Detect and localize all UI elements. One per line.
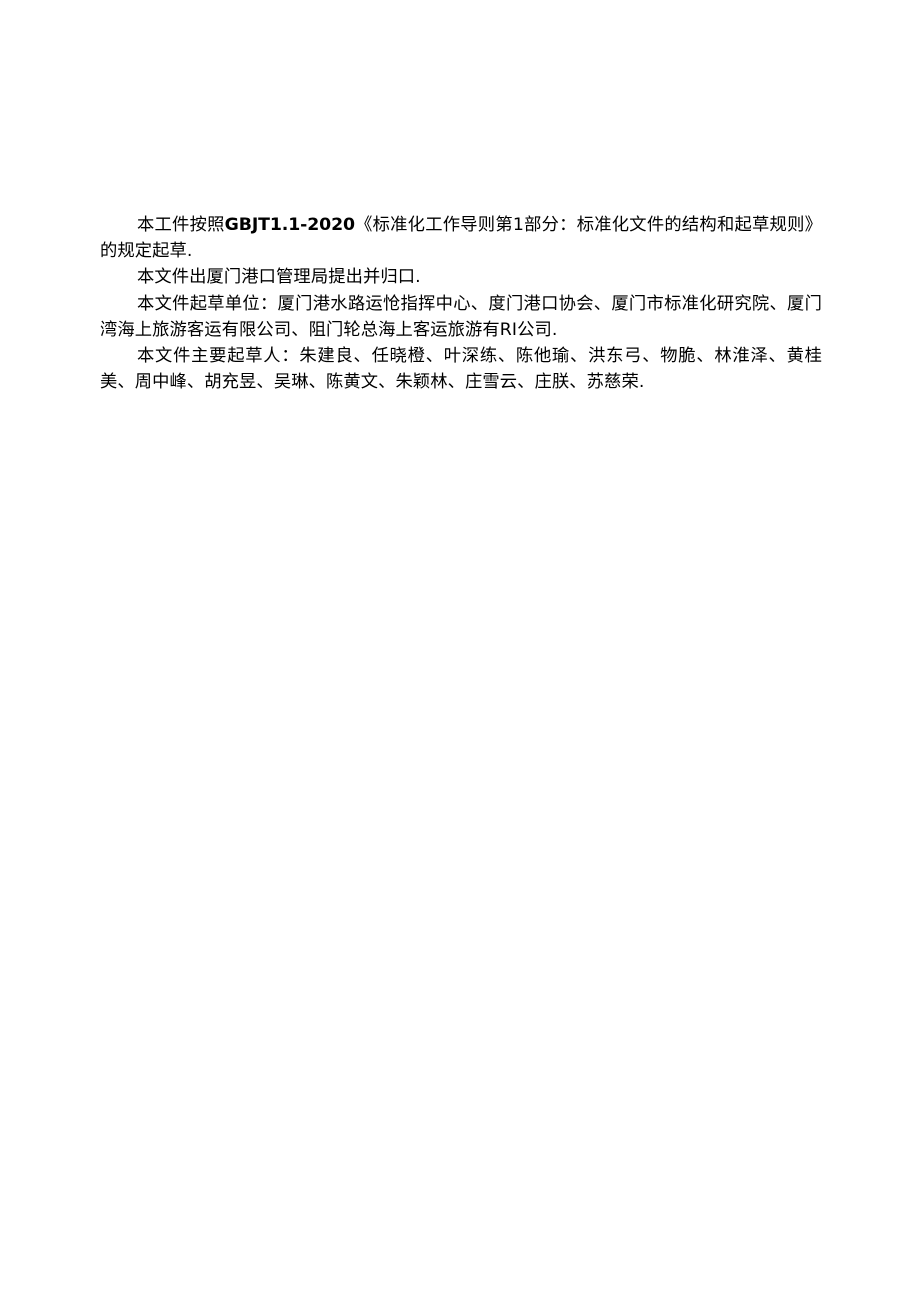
- standard-reference-code: GBJT1.1-2020: [224, 215, 355, 235]
- drafting-rules-lead: 本工件按照: [137, 215, 225, 235]
- document-page: 本工件按照GBJT1.1-2020《标准化工作导则第1部分：标准化文件的结构和起…: [0, 0, 920, 1301]
- paragraph-drafting-units: 本文件起草单位：厦门港水路运怆指挥中心、度门港口协会、厦门市标准化研究院、厦门湾…: [100, 293, 822, 340]
- paragraph-proposed-by: 本文件出厦门港口管理局提出并归口.: [137, 267, 421, 288]
- paragraph-main-drafters: 本文件主要起草人：朱建良、任晓橙、叶深练、陈他瑜、洪东弓、物脆、林淮泽、黄桂美、…: [100, 346, 822, 393]
- foreword-text-block: 本工件按照GBJT1.1-2020《标准化工作导则第1部分：标准化文件的结构和起…: [100, 212, 822, 395]
- paragraph-drafting-rules: 本工件按照GBJT1.1-2020《标准化工作导则第1部分：标准化文件的结构和起…: [100, 212, 822, 264]
